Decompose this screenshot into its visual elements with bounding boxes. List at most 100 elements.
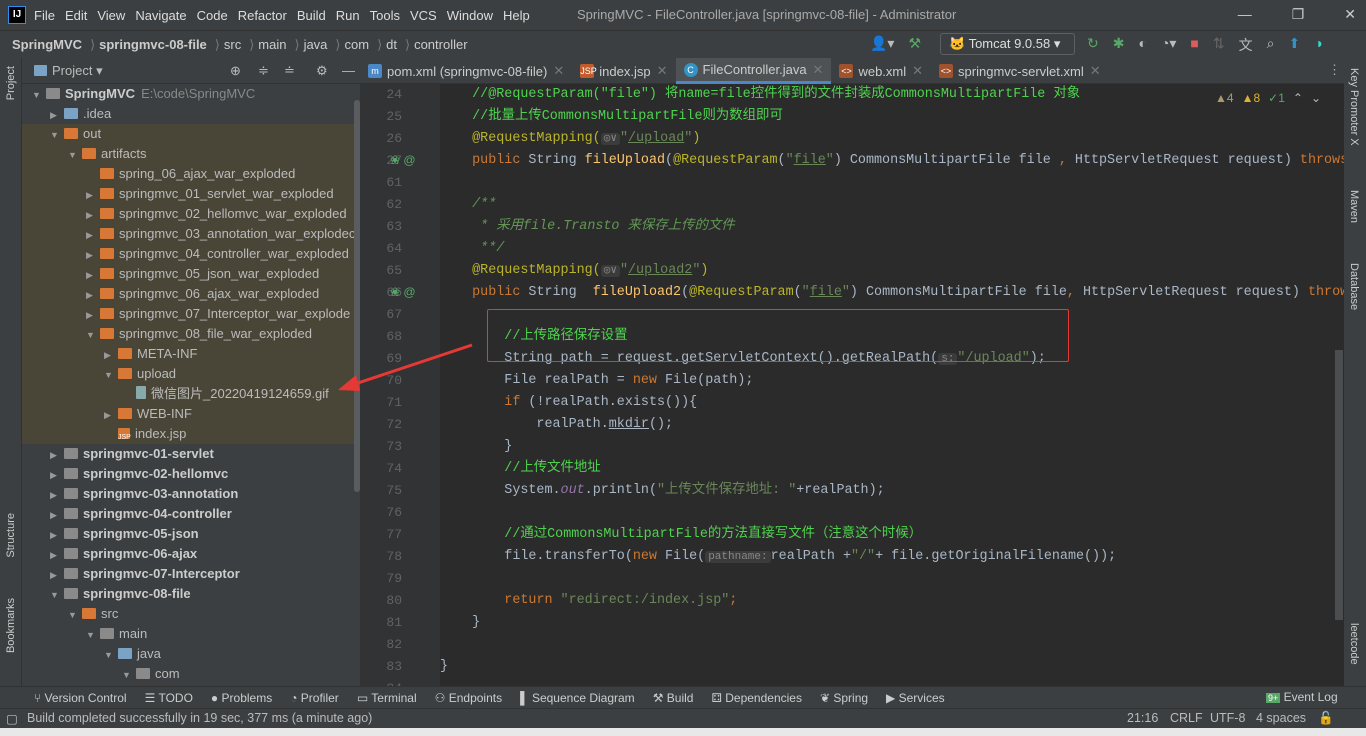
event-log-button[interactable]: 9+ Event Log	[1266, 690, 1338, 704]
caret-position[interactable]: 21:16	[1127, 711, 1158, 725]
chevron-right-icon[interactable]: ▶	[104, 405, 118, 425]
chevron-down-icon[interactable]: ▼	[122, 665, 136, 685]
tree-item[interactable]: ▼ main	[22, 624, 360, 644]
tree-item[interactable]: ▼ out	[22, 124, 360, 144]
tool-version-control[interactable]: ⑂ Version Control	[34, 691, 127, 705]
tree-item[interactable]: ▶ .idea	[22, 104, 360, 124]
chevron-right-icon[interactable]: ▶	[50, 485, 64, 505]
tree-item[interactable]: ▶ springmvc_03_annotation_war_explodec	[22, 224, 360, 244]
chevron-down-icon[interactable]: ▼	[86, 625, 100, 645]
tool-problems[interactable]: ● Problems	[211, 691, 272, 705]
file-encoding[interactable]: UTF-8	[1210, 711, 1245, 725]
more-tabs-icon[interactable]: ⋮	[1328, 62, 1341, 78]
chevron-right-icon[interactable]: ▶	[86, 185, 100, 205]
tree-item[interactable]: ▶ springmvc-04-controller	[22, 504, 360, 524]
spring-bean-icon[interactable]: ❀ @	[390, 285, 416, 299]
tool-profiler[interactable]: ◔ Profiler	[290, 691, 339, 705]
breadcrumb-item[interactable]: src	[224, 37, 241, 52]
breadcrumb-item[interactable]: springmvc-08-file	[99, 37, 207, 52]
tree-item[interactable]: ▶ springmvc-06-ajax	[22, 544, 360, 564]
chevron-right-icon[interactable]: ▶	[50, 525, 64, 545]
update-icon[interactable]: ⬆	[1288, 35, 1300, 55]
project-view-dropdown[interactable]: Project	[52, 63, 92, 78]
tree-item[interactable]: ▶ META-INF	[22, 344, 360, 364]
tree-item[interactable]: ▼ springmvc-08-file	[22, 584, 360, 604]
breadcrumb-item[interactable]: dt	[386, 37, 397, 52]
menu-code[interactable]: Code	[197, 8, 228, 23]
status-icon[interactable]: ▢	[6, 711, 18, 726]
tree-item[interactable]: ▼ java	[22, 644, 360, 664]
tree-item[interactable]: spring_06_ajax_war_exploded	[22, 164, 360, 184]
inspection-widget[interactable]: ▲4 ▲8 ✓1 ⌃ ⌄	[1215, 91, 1321, 105]
close-tab-icon[interactable]: ✕	[1090, 63, 1101, 79]
breadcrumb-item[interactable]: java	[304, 37, 328, 52]
close-tab-icon[interactable]: ✕	[657, 63, 668, 79]
menu-file[interactable]: File	[34, 8, 55, 23]
vcs-icon[interactable]: ⇅	[1213, 35, 1225, 55]
chevron-right-icon[interactable]: ▶	[104, 345, 118, 365]
menu-edit[interactable]: Edit	[65, 8, 87, 23]
chevron-down-icon[interactable]: ▼	[104, 645, 118, 665]
chevron-down-icon[interactable]: ▼	[104, 365, 118, 385]
chevron-down-icon[interactable]: ▼	[86, 325, 100, 345]
chevron-right-icon[interactable]: ▶	[86, 305, 100, 325]
menu-build[interactable]: Build	[297, 8, 326, 23]
indent-setting[interactable]: 4 spaces	[1256, 711, 1306, 725]
tool-dependencies[interactable]: ⚃ Dependencies	[711, 691, 802, 705]
tab-pom[interactable]: m pom.xml (springmvc-08-file) ✕	[360, 58, 572, 84]
rerun-icon[interactable]: ↻	[1087, 35, 1099, 55]
tool-todo[interactable]: ☰ TODO	[145, 691, 193, 705]
lock-icon[interactable]: 🔓	[1318, 711, 1334, 726]
tree-item[interactable]: ▼ src	[22, 604, 360, 624]
tree-item[interactable]: ▼ springmvc_08_file_war_exploded	[22, 324, 360, 344]
plugin-icon[interactable]: ◑	[1314, 35, 1322, 55]
chevron-right-icon[interactable]: ▶	[50, 565, 64, 585]
chevron-down-icon[interactable]: ▼	[50, 585, 64, 605]
chevron-right-icon[interactable]: ▶	[50, 545, 64, 565]
menu-navigate[interactable]: Navigate	[135, 8, 186, 23]
tree-item[interactable]: ▶ springmvc_01_servlet_war_exploded	[22, 184, 360, 204]
close-icon[interactable]: ✕	[1344, 6, 1356, 23]
tool-spring[interactable]: ❦ Spring	[820, 691, 868, 705]
tree-item[interactable]: ▶ springmvc-01-servlet	[22, 444, 360, 464]
tree-item[interactable]: JSP index.jsp	[22, 424, 360, 444]
chevron-right-icon[interactable]: ▶	[86, 205, 100, 225]
locate-icon[interactable]: ⊕	[230, 63, 241, 79]
spring-bean-icon[interactable]: ❀ @	[390, 153, 416, 167]
tree-item[interactable]: ▶ WEB-INF	[22, 404, 360, 424]
chevron-right-icon[interactable]: ▶	[86, 225, 100, 245]
run-config-dropdown[interactable]: 🐱 Tomcat 9.0.58 ▾	[940, 33, 1075, 55]
tool-sequence-diagram[interactable]: ▌ Sequence Diagram	[520, 691, 635, 705]
tree-item[interactable]: ▼ SpringMVC E:\code\SpringMVC	[22, 84, 360, 104]
chevron-down-icon[interactable]: ▼	[50, 125, 64, 145]
hide-icon[interactable]: —	[342, 63, 355, 78]
database-tool-button[interactable]: Database	[1348, 263, 1360, 310]
gear-icon[interactable]: ⚙	[316, 63, 328, 79]
menu-window[interactable]: Window	[447, 8, 493, 23]
chevron-right-icon[interactable]: ▶	[86, 265, 100, 285]
tree-item[interactable]: ▶ springmvc_05_json_war_exploded	[22, 264, 360, 284]
tool-endpoints[interactable]: ⚇ Endpoints	[435, 691, 502, 705]
tree-item[interactable]: 微信图片_20220419124659.gif	[22, 384, 360, 404]
tree-item[interactable]: ▼ com	[22, 664, 360, 684]
tree-item[interactable]: ▶ springmvc-07-Interceptor	[22, 564, 360, 584]
menu-refactor[interactable]: Refactor	[238, 8, 287, 23]
bookmarks-tool-button[interactable]: Bookmarks	[5, 598, 17, 653]
tool-services[interactable]: ▶ Services	[886, 691, 945, 705]
code-editor[interactable]: 24 //@RequestParam("file") 将name=file控件得…	[386, 84, 1356, 696]
menu-run[interactable]: Run	[336, 8, 360, 23]
close-tab-icon[interactable]: ✕	[912, 63, 923, 79]
editor-scrollbar[interactable]	[1335, 350, 1343, 620]
debug-icon[interactable]: ✱	[1113, 35, 1125, 55]
leetcode-tool-button[interactable]: leetcode	[1348, 623, 1360, 665]
menu-tools[interactable]: Tools	[370, 8, 400, 23]
menu-vcs[interactable]: VCS	[410, 8, 437, 23]
chevron-down-icon[interactable]: ▼	[68, 145, 82, 165]
chevron-down-icon[interactable]: ▼	[32, 85, 46, 105]
stop-icon[interactable]: ■	[1190, 35, 1198, 55]
profile-icon[interactable]: ◔▾	[1161, 35, 1176, 55]
tree-item[interactable]: ▼ artifacts	[22, 144, 360, 164]
chevron-right-icon[interactable]: ▶	[86, 285, 100, 305]
tree-item[interactable]: ▶ springmvc-05-json	[22, 524, 360, 544]
tree-item[interactable]: ▶ springmvc_02_hellomvc_war_exploded	[22, 204, 360, 224]
